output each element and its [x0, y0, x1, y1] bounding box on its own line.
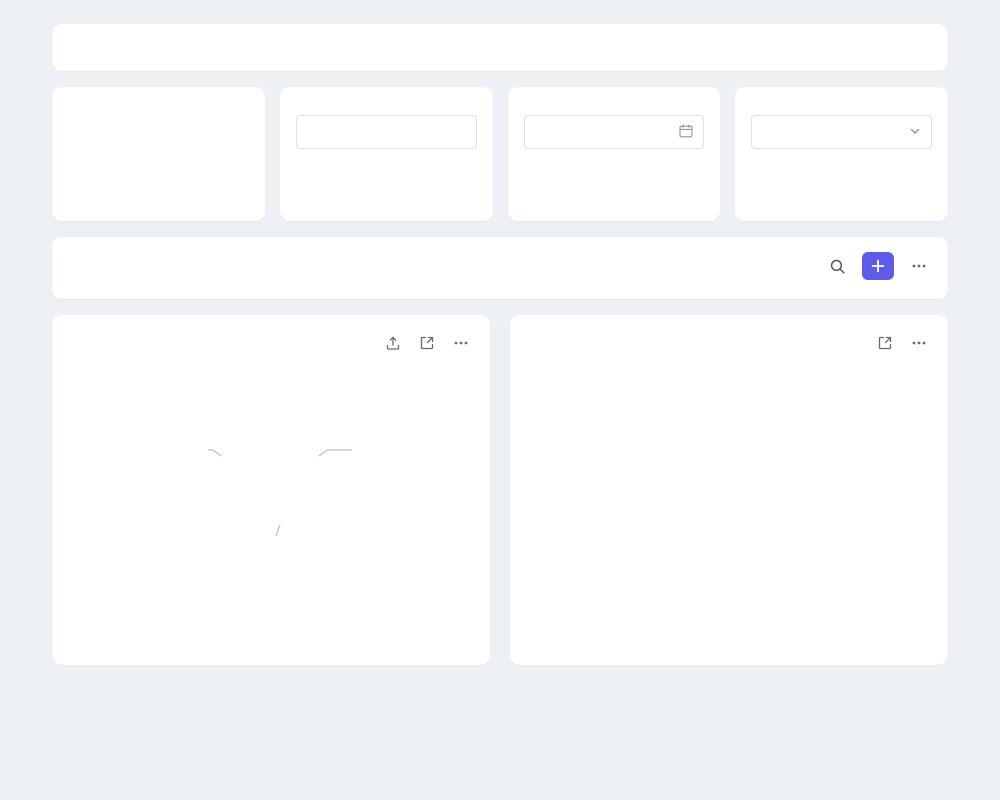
pie-chart-card [52, 315, 490, 665]
filter-card-operator [735, 87, 948, 221]
shortcuts-card [52, 24, 948, 71]
user-select[interactable] [751, 115, 932, 149]
filter-card-time [508, 87, 721, 221]
expand-icon[interactable] [872, 330, 898, 356]
pie-chart-header [68, 330, 474, 356]
pie-chart[interactable] [218, 422, 322, 526]
date-range-input[interactable] [524, 115, 705, 149]
dashboard [0, 0, 1000, 665]
line-chart-header [526, 330, 932, 356]
charts-row [52, 315, 948, 665]
filter-card-doc-no [280, 87, 493, 221]
table-card [52, 237, 948, 299]
filter-row [52, 87, 948, 221]
more-icon[interactable] [906, 253, 932, 279]
doc-no-search-input[interactable] [296, 115, 477, 149]
stat-card-accidents [52, 87, 265, 221]
add-record-button[interactable] [862, 252, 894, 280]
search-icon[interactable] [824, 253, 850, 279]
more-icon[interactable] [448, 330, 474, 356]
chevron-down-icon [909, 125, 921, 140]
more-icon[interactable] [906, 330, 932, 356]
pie-area [68, 382, 474, 594]
expand-icon[interactable] [414, 330, 440, 356]
table-toolbar [68, 252, 932, 280]
line-chart-card [510, 315, 948, 665]
export-icon[interactable] [380, 330, 406, 356]
calendar-icon [679, 124, 693, 141]
line-chart[interactable] [526, 386, 932, 556]
